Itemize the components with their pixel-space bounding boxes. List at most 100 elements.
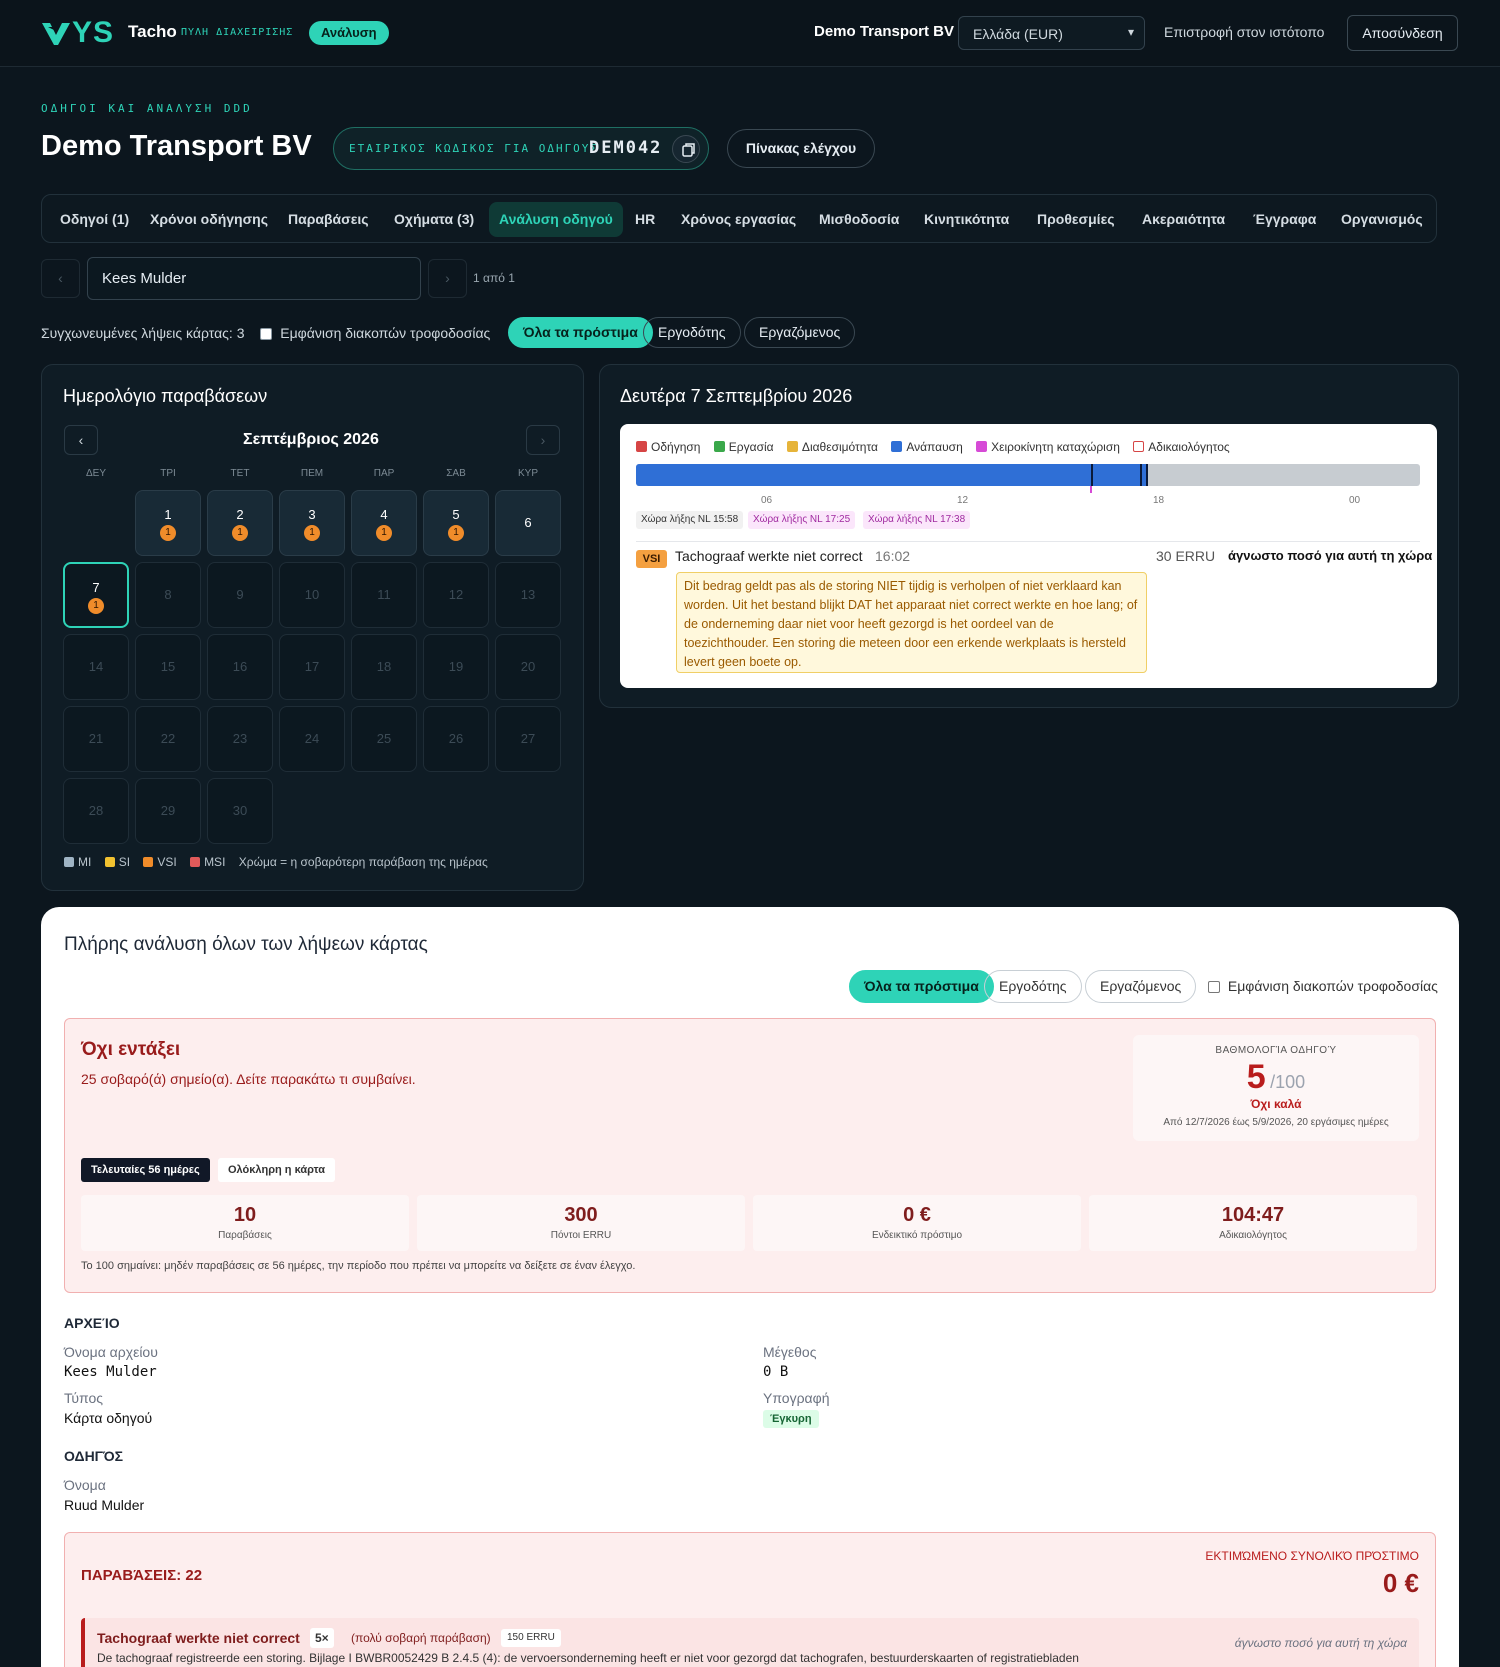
calendar-day[interactable]: 21 bbox=[207, 490, 273, 556]
logo-text: YS bbox=[72, 16, 115, 49]
country-select[interactable]: Ελλάδα (EUR) ▾ bbox=[958, 16, 1145, 50]
next-driver-button[interactable]: › bbox=[428, 259, 467, 298]
violation-item-title: Tachograaf werkte niet correct bbox=[97, 1630, 300, 1646]
tab-working-time[interactable]: Χρόνος εργασίας bbox=[671, 202, 806, 237]
calendar-day[interactable]: 16 bbox=[207, 634, 273, 700]
calendar-day[interactable]: 19 bbox=[423, 634, 489, 700]
chip-all-fines[interactable]: Όλα τα πρόστιμα bbox=[508, 317, 653, 348]
mi-swatch bbox=[64, 857, 74, 867]
calendar-day[interactable]: 24 bbox=[279, 706, 345, 772]
main-tabs: Οδηγοί (1) Χρόνοι οδήγησης Παραβάσεις Οχ… bbox=[41, 194, 1437, 243]
status-panel: Όχι εντάξει 25 σοβαρό(ά) σημείο(α). Δείτ… bbox=[64, 1018, 1436, 1293]
tab-driver-analysis[interactable]: Ανάλυση οδηγού bbox=[489, 202, 623, 237]
violation-item[interactable]: Tachograaf werkte niet correct 5× (πολύ … bbox=[81, 1618, 1419, 1667]
tab-violations[interactable]: Παραβάσεις bbox=[278, 202, 379, 237]
calendar-day[interactable]: 21 bbox=[63, 706, 129, 772]
score-label: ΒΑΘΜΟΛΟΓΊΑ ΟΔΗΓΟΎ bbox=[1215, 1045, 1337, 1056]
tab-vehicles[interactable]: Οχήματα (3) bbox=[384, 202, 484, 237]
day-number: 1 bbox=[164, 507, 172, 522]
calendar-day[interactable]: 41 bbox=[351, 490, 417, 556]
calendar-day[interactable]: 31 bbox=[279, 490, 345, 556]
calendar-day[interactable]: 8 bbox=[135, 562, 201, 628]
prev-driver-button[interactable]: ‹ bbox=[41, 259, 80, 298]
calendar-day[interactable]: 14 bbox=[63, 634, 129, 700]
legend-unexplained: Αδικαιολόγητος bbox=[1133, 440, 1230, 454]
signature-badge: Έγκυρη bbox=[763, 1410, 819, 1428]
show-rest-checkbox[interactable] bbox=[260, 328, 273, 341]
copy-icon[interactable] bbox=[672, 135, 700, 163]
tab-deadlines[interactable]: Προθεσμίες bbox=[1027, 202, 1125, 237]
day-number: 28 bbox=[88, 803, 104, 818]
back-to-site-link[interactable]: Επιστροφή στον ιστότοπο bbox=[1164, 24, 1324, 40]
calendar-day[interactable]: 51 bbox=[423, 490, 489, 556]
calendar-day[interactable]: 17 bbox=[279, 634, 345, 700]
tab-hr[interactable]: HR bbox=[625, 202, 665, 237]
segment-whole-card[interactable]: Ολόκληρη η κάρτα bbox=[218, 1158, 335, 1182]
dashboard-button[interactable]: Πίνακας ελέγχου bbox=[727, 129, 875, 168]
calendar-day[interactable]: 29 bbox=[135, 778, 201, 844]
calendar-day[interactable]: 71 bbox=[63, 562, 129, 628]
calendar-day[interactable]: 23 bbox=[207, 706, 273, 772]
violation-count-badge: 1 bbox=[448, 525, 464, 541]
calendar-day[interactable]: 15 bbox=[135, 634, 201, 700]
calendar-next-button[interactable]: › bbox=[526, 425, 560, 455]
day-number: 13 bbox=[520, 587, 536, 602]
day-number: 26 bbox=[448, 731, 464, 746]
calendar-prev-button[interactable]: ‹ bbox=[64, 425, 98, 455]
weekday-label: ΠΑΡ bbox=[373, 468, 395, 479]
calendar-day[interactable]: 27 bbox=[495, 706, 561, 772]
rest-segment bbox=[636, 464, 1148, 486]
signature-label: Υπογραφή bbox=[763, 1390, 830, 1406]
tab-mobility[interactable]: Κινητικότητα bbox=[914, 202, 1019, 237]
tab-integrity[interactable]: Ακεραιότητα bbox=[1132, 202, 1235, 237]
marker-1738 bbox=[1146, 464, 1148, 486]
calendar-day[interactable]: 25 bbox=[351, 706, 417, 772]
mode-badge: Ανάλυση bbox=[309, 21, 389, 45]
activity-timeline-bar[interactable] bbox=[636, 464, 1420, 486]
calendar-day[interactable]: 11 bbox=[351, 562, 417, 628]
day-number: 23 bbox=[232, 731, 248, 746]
divider bbox=[636, 541, 1420, 542]
calendar-day[interactable]: 26 bbox=[423, 706, 489, 772]
legend-item-msi: MSI bbox=[190, 855, 225, 869]
day-number: 27 bbox=[520, 731, 536, 746]
day-number: 12 bbox=[448, 587, 464, 602]
score-footnote: Το 100 σημαίνει: μηδέν παραβάσεις σε 56 … bbox=[81, 1260, 636, 1272]
calendar-day[interactable]: 10 bbox=[279, 562, 345, 628]
type-value: Κάρτα οδηγού bbox=[64, 1410, 153, 1426]
calendar-day[interactable]: 6 bbox=[495, 490, 561, 556]
tab-payroll[interactable]: Μισθοδοσία bbox=[809, 202, 909, 237]
calendar-day[interactable]: 28 bbox=[63, 778, 129, 844]
chip-employee[interactable]: Εργαζόμενος bbox=[1085, 970, 1197, 1003]
driver-select[interactable]: Kees Mulder bbox=[87, 257, 421, 300]
day-number: 6 bbox=[524, 515, 532, 530]
calendar-day[interactable]: 20 bbox=[495, 634, 561, 700]
tab-driving-times[interactable]: Χρόνοι οδήγησης bbox=[140, 202, 278, 237]
tab-organization[interactable]: Οργανισμός bbox=[1331, 202, 1433, 237]
calendar-day[interactable]: 13 bbox=[495, 562, 561, 628]
chip-employer[interactable]: Εργοδότης bbox=[643, 317, 741, 348]
calendar-day[interactable]: 30 bbox=[207, 778, 273, 844]
show-rest-checkbox[interactable] bbox=[1208, 981, 1220, 994]
score-max: /100 bbox=[1270, 1072, 1306, 1092]
chip-employer[interactable]: Εργοδότης bbox=[984, 970, 1082, 1003]
work-swatch bbox=[713, 441, 725, 452]
calendar-day[interactable]: 12 bbox=[423, 562, 489, 628]
calendar-day[interactable]: 18 bbox=[351, 634, 417, 700]
day-number: 19 bbox=[448, 659, 464, 674]
calendar-day[interactable]: 11 bbox=[135, 490, 201, 556]
tab-drivers[interactable]: Οδηγοί (1) bbox=[50, 202, 139, 237]
day-number: 11 bbox=[377, 587, 391, 602]
weekday-label: ΤΡΙ bbox=[160, 468, 176, 479]
day-number: 5 bbox=[452, 507, 460, 522]
logout-button[interactable]: Αποσύνδεση bbox=[1347, 15, 1458, 51]
calendar-day[interactable]: 9 bbox=[207, 562, 273, 628]
manual-swatch bbox=[976, 441, 988, 452]
calendar-day[interactable]: 22 bbox=[135, 706, 201, 772]
segment-last-56-days[interactable]: Τελευταίες 56 ημέρες bbox=[81, 1158, 210, 1182]
tab-documents[interactable]: Έγγραφα bbox=[1243, 202, 1326, 237]
vsi-swatch bbox=[143, 857, 154, 867]
chip-all-fines[interactable]: Όλα τα πρόστιμα bbox=[849, 970, 994, 1003]
chip-employee[interactable]: Εργαζόμενος bbox=[744, 317, 856, 348]
stat-violations: 10 Παραβάσεις bbox=[81, 1195, 409, 1251]
